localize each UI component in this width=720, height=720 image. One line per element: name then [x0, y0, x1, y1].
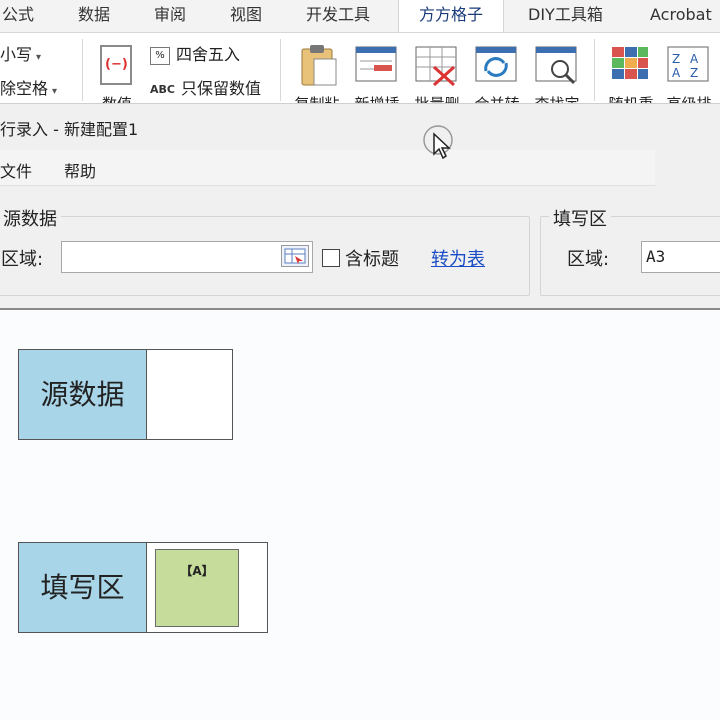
merge-convert-label: 合并转	[474, 95, 520, 104]
random-reorder-button[interactable]: 随机重	[606, 41, 656, 103]
source-data-group: 源数据 区域: 含标题 转为表	[0, 205, 530, 296]
fill-region-input[interactable]: A3	[641, 241, 720, 273]
batch-delete-label: 批量删	[414, 95, 460, 104]
lowercase-menu[interactable]: 小写 ▾	[0, 41, 41, 65]
row-entry-dialog: 行录入 - 新建配置1 文件 帮助 源数据 区域: 含标题 转为表 填写区 区域…	[0, 104, 720, 310]
fill-region-label: 区域:	[567, 249, 610, 270]
merge-convert-button[interactable]: 合并转	[472, 41, 522, 103]
batch-delete-button[interactable]: 批量删	[412, 41, 462, 103]
insert-new-label: 新增插	[354, 95, 400, 104]
fill-area-cell-block[interactable]: 填写区 【A】	[18, 542, 268, 633]
source-data-cell-block[interactable]: 源数据	[18, 349, 233, 440]
random-reorder-label: 随机重	[608, 95, 654, 104]
svg-text:Z: Z	[690, 66, 698, 80]
range-select-icon	[284, 248, 306, 264]
copy-paste-button[interactable]: 复制粘	[292, 41, 342, 103]
svg-text:A: A	[690, 52, 699, 66]
menu-file[interactable]: 文件	[0, 158, 32, 182]
svg-text:Z: Z	[672, 52, 680, 66]
delete-grid-icon	[415, 46, 457, 87]
ribbon-separator	[280, 39, 281, 101]
round-button[interactable]: % 四舍五入	[150, 41, 240, 65]
svg-text:A: A	[672, 66, 681, 80]
tab-review[interactable]: 审阅	[154, 0, 186, 32]
insert-new-button[interactable]: 新增插	[352, 41, 402, 103]
screenshot-root: 公式 数据 审阅 视图 开发工具 方方格子 DIY工具箱 Acrobat 小写 ▾…	[0, 0, 720, 720]
include-header-label: 含标题	[345, 249, 399, 270]
percent-grid-icon: %	[150, 46, 170, 65]
random-color-grid-icon	[612, 47, 648, 79]
numeric-button[interactable]: (−) 数值	[92, 41, 142, 103]
dropdown-caret-icon: ▾	[52, 86, 58, 97]
clipboard-icon	[301, 45, 337, 86]
sort-az-icon: Z AA Z	[667, 46, 709, 82]
keep-values-button[interactable]: ABC 只保留数值	[150, 75, 261, 99]
dialog-title: 行录入 - 新建配置1	[0, 120, 139, 139]
tab-diy-toolbox[interactable]: DIY工具箱	[528, 0, 603, 32]
fill-area-group: 填写区 区域: A3	[540, 205, 720, 296]
dialog-menu-bar: 文件 帮助	[0, 150, 655, 186]
find-magnifier-icon	[535, 46, 577, 85]
source-region-input[interactable]	[61, 241, 313, 273]
source-group-title: 源数据	[0, 205, 61, 231]
tab-fangfang-gezi[interactable]: 方方格子	[398, 0, 504, 32]
menu-help[interactable]: 帮助	[64, 158, 96, 182]
fill-target-cell[interactable]: 【A】	[155, 549, 239, 627]
ribbon-separator	[594, 39, 595, 101]
ribbon-tab-bar: 公式 数据 审阅 视图 开发工具 方方格子 DIY工具箱 Acrobat	[0, 0, 720, 32]
fill-group-title: 填写区	[549, 205, 611, 231]
ribbon-separator	[82, 39, 83, 101]
ribbon-body: 小写 ▾ 除空格 ▾ (−) 数值 % 四舍五入 ABC 只保留数值 复制粘 新增插 批…	[0, 32, 720, 104]
include-header-checkbox[interactable]	[322, 249, 340, 267]
advanced-sort-label: 高级排	[666, 95, 712, 104]
source-region-label: 区域:	[1, 249, 44, 270]
fill-area-label-cell[interactable]: 填写区	[19, 543, 147, 632]
advanced-sort-button[interactable]: ZAAZ 高级排	[664, 41, 714, 103]
tab-view[interactable]: 视图	[230, 0, 262, 32]
copy-paste-label: 复制粘	[294, 95, 340, 104]
merge-convert-icon	[475, 46, 517, 82]
abc-icon: ABC	[150, 83, 175, 96]
find-locate-label: 查找定	[534, 95, 580, 104]
range-picker-button[interactable]	[281, 245, 309, 267]
mouse-cursor-icon	[423, 125, 453, 160]
tab-acrobat[interactable]: Acrobat	[650, 0, 712, 32]
tab-data[interactable]: 数据	[78, 0, 110, 32]
numeric-document-icon: (−)	[100, 45, 132, 85]
convert-to-table-link[interactable]: 转为表	[431, 245, 485, 271]
remove-spaces-menu[interactable]: 除空格 ▾	[0, 75, 57, 99]
insert-rows-icon	[355, 46, 397, 82]
tab-developer[interactable]: 开发工具	[306, 0, 370, 32]
source-data-label-cell[interactable]: 源数据	[19, 350, 147, 439]
find-locate-button[interactable]: 查找定	[532, 41, 582, 103]
numeric-button-label: 数值	[101, 95, 132, 104]
tab-formulas[interactable]: 公式	[2, 0, 34, 32]
dropdown-caret-icon: ▾	[36, 52, 42, 63]
